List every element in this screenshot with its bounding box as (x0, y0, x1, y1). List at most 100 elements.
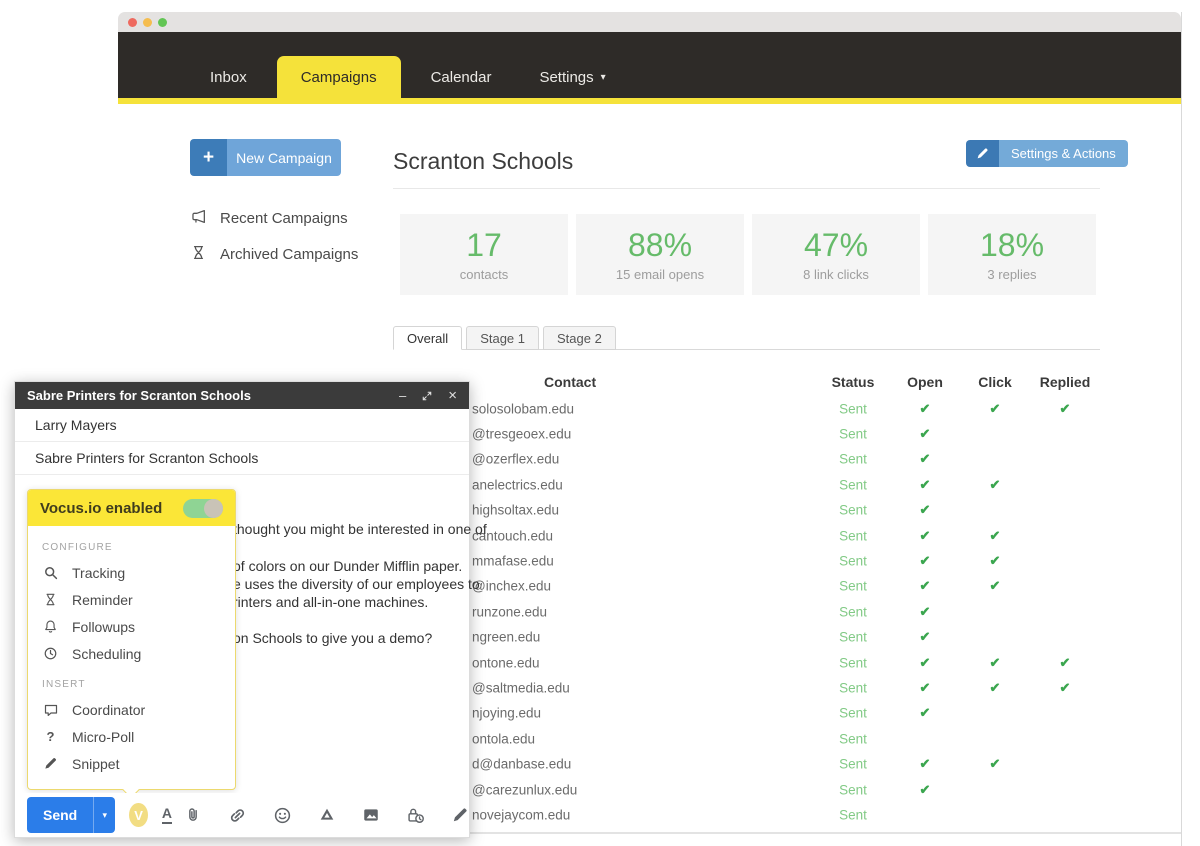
click-check-icon: ✔ (989, 756, 1001, 772)
pencil-icon (42, 756, 59, 771)
minimize-icon[interactable]: – (399, 389, 406, 402)
compose-body-editor[interactable]: thought you might be interested in one o… (15, 475, 487, 837)
compose-header[interactable]: Sabre Printers for Scranton Schools – × (15, 382, 469, 409)
open-check-icon: ✔ (919, 578, 931, 594)
close-icon[interactable]: × (448, 388, 457, 403)
drive-icon[interactable] (318, 806, 336, 824)
menu-item-tracking[interactable]: Tracking (42, 559, 221, 586)
open-check-icon: ✔ (919, 426, 931, 442)
column-header-open[interactable]: Open (895, 374, 955, 390)
subject-field[interactable]: Sabre Printers for Scranton Schools (15, 442, 469, 475)
settings-actions-label: Settings & Actions (999, 140, 1128, 167)
status-badge: Sent (839, 655, 867, 671)
open-check-icon: ✔ (919, 705, 931, 721)
status-badge: Sent (839, 451, 867, 467)
minimize-traffic-light[interactable] (143, 17, 152, 27)
stat-value: 88% (627, 227, 693, 263)
contact-email: @carezunlux.edu (472, 782, 578, 798)
replied-check-icon: ✔ (1059, 400, 1071, 416)
new-campaign-button[interactable]: + New Campaign (190, 139, 341, 176)
configure-section-label: CONFIGURE (42, 542, 113, 553)
confidential-mode-icon[interactable] (406, 806, 425, 825)
link-icon[interactable] (228, 806, 247, 825)
stat-card-opens: 88% 15 email opens (576, 214, 744, 295)
compose-toolbar: Send ▾ V A (15, 793, 469, 837)
status-badge: Sent (839, 477, 867, 493)
send-options-button[interactable]: ▾ (93, 797, 116, 833)
menu-item-label: Followups (72, 618, 136, 635)
close-traffic-light[interactable] (128, 17, 137, 27)
status-badge: Sent (839, 604, 867, 620)
pencil-icon (966, 140, 999, 167)
open-check-icon: ✔ (919, 603, 931, 619)
pen-icon[interactable] (451, 806, 469, 824)
column-header-contact[interactable]: Contact (544, 374, 596, 390)
stat-card-contacts: 17 contacts (400, 214, 568, 295)
compose-title: Sabre Printers for Scranton Schools (27, 388, 251, 403)
magnifier-icon (42, 565, 59, 581)
tab-overall[interactable]: Overall (393, 326, 463, 350)
chevron-down-icon: ▾ (600, 71, 606, 83)
contact-email: @saltmedia.edu (472, 680, 570, 696)
body-text-line: rinters and all-in-one machines. (233, 594, 429, 610)
insert-section-label: INSERT (42, 679, 86, 690)
sidebar-item-label: Archived Campaigns (220, 246, 359, 263)
stage-tabs: Overall Stage 1 Stage 2 (393, 326, 620, 350)
status-badge: Sent (839, 782, 867, 798)
stats-row: 17 contacts 88% 15 email opens 47% 8 lin… (400, 214, 1096, 295)
column-header-replied[interactable]: Replied (1030, 374, 1100, 390)
sidebar-item-archived-campaigns[interactable]: Archived Campaigns (190, 244, 358, 265)
tab-label: Stage 1 (480, 330, 526, 346)
settings-actions-button[interactable]: Settings & Actions (966, 140, 1128, 167)
sidebar-item-recent-campaigns[interactable]: Recent Campaigns (190, 208, 348, 229)
stat-label: 3 replies (987, 267, 1037, 282)
stat-value: 17 (466, 227, 502, 263)
image-icon[interactable] (362, 806, 380, 824)
contact-email: highsoltax.edu (472, 502, 560, 518)
tab-campaigns[interactable]: Campaigns (276, 56, 401, 98)
contact-email: ontone.edu (472, 655, 540, 671)
text-format-icon[interactable]: A (161, 805, 172, 824)
window-titlebar (118, 12, 1181, 32)
emoji-icon[interactable] (273, 806, 292, 825)
send-button[interactable]: Send (27, 797, 94, 833)
column-header-status[interactable]: Status (823, 374, 883, 390)
column-header-click[interactable]: Click (965, 374, 1025, 390)
status-badge: Sent (839, 553, 867, 569)
stat-label: 15 email opens (615, 267, 705, 282)
open-check-icon: ✔ (919, 527, 931, 543)
tab-inbox[interactable]: Inbox (192, 56, 265, 98)
recipient-value: Larry Mayers (35, 417, 117, 433)
vocus-panel-header: Vocus.io enabled (28, 490, 235, 526)
menu-item-label: Tracking (72, 564, 126, 581)
menu-item-followups[interactable]: Followups (42, 613, 221, 640)
vocus-toggle[interactable] (183, 498, 223, 518)
recipient-field[interactable]: Larry Mayers (15, 409, 469, 442)
tab-calendar[interactable]: Calendar (413, 56, 510, 98)
click-check-icon: ✔ (989, 400, 1001, 416)
menu-item-scheduling[interactable]: Scheduling (42, 640, 221, 667)
contact-email: @inchex.edu (472, 578, 552, 594)
hourglass-icon (42, 592, 59, 607)
menu-item-reminder[interactable]: Reminder (42, 586, 221, 613)
divider (393, 188, 1100, 189)
status-badge: Sent (839, 578, 867, 594)
expand-icon[interactable] (421, 390, 433, 402)
subject-value: Sabre Printers for Scranton Schools (35, 450, 259, 466)
tab-settings[interactable]: Settings ▾ (521, 56, 623, 98)
tab-stage-1[interactable]: Stage 1 (466, 326, 540, 350)
menu-item-micro-poll[interactable]: ? Micro-Poll (42, 723, 221, 750)
vocus-v-icon[interactable]: V (129, 803, 148, 827)
body-text-line: on Schools to give you a demo? (233, 630, 433, 646)
menu-item-coordinator[interactable]: Coordinator (42, 696, 221, 723)
paperclip-icon[interactable] (184, 806, 202, 824)
status-badge: Sent (839, 502, 867, 518)
stat-card-replies: 18% 3 replies (928, 214, 1096, 295)
menu-item-snippet[interactable]: Snippet (42, 750, 221, 777)
contact-email: ngreen.edu (472, 629, 541, 645)
question-mark-icon: ? (46, 729, 55, 744)
stat-value: 47% (803, 227, 869, 263)
status-badge: Sent (839, 629, 867, 645)
tab-stage-2[interactable]: Stage 2 (543, 326, 616, 350)
zoom-traffic-light[interactable] (158, 17, 167, 27)
